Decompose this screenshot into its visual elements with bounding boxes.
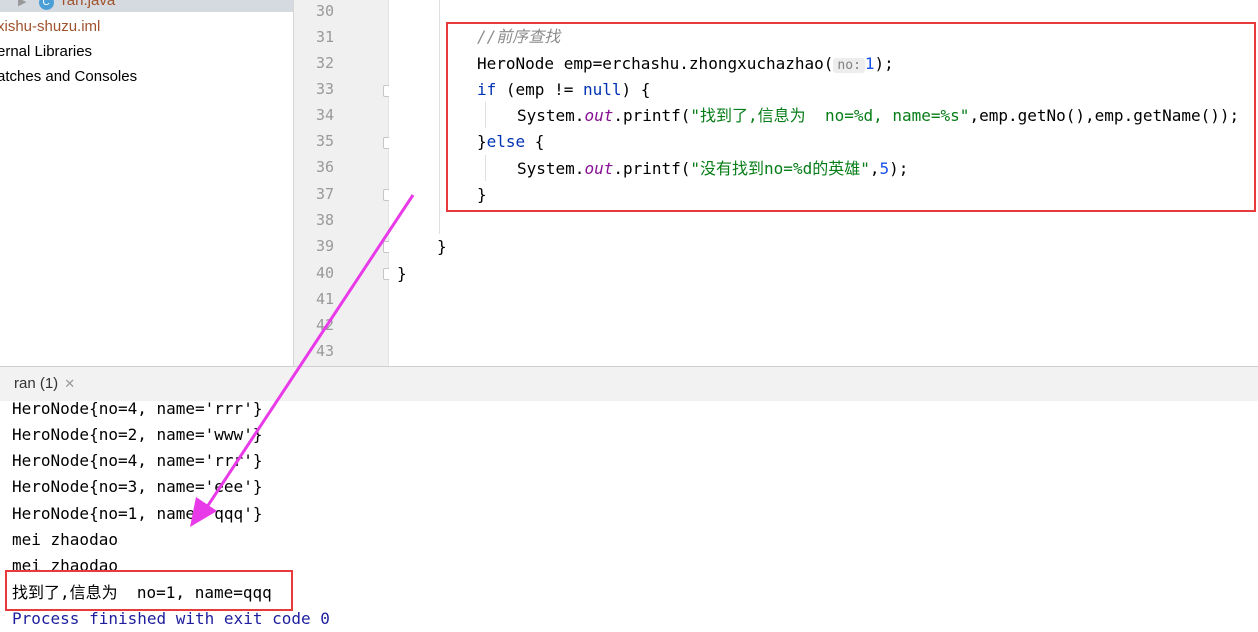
- tree-item-label: xishu-shuzu.iml: [0, 18, 101, 35]
- code-line-40: }: [397, 264, 407, 283]
- tree-item-label: atches and Consoles: [0, 68, 138, 85]
- line-number: 39: [315, 237, 334, 255]
- line-number: 37: [315, 185, 334, 203]
- line-number: 36: [315, 158, 334, 176]
- line-number: 34: [315, 106, 334, 124]
- tree-item-scratches[interactable]: atches and Consoles: [0, 64, 137, 89]
- tree-item-label: ran.java: [61, 0, 116, 9]
- console-line: HeroNode{no=3, name='eee'}: [12, 477, 263, 496]
- line-number: 35: [315, 132, 334, 150]
- line-number: 41: [315, 290, 334, 308]
- java-class-icon: C: [38, 0, 54, 10]
- line-number: 33: [315, 80, 334, 98]
- close-icon[interactable]: ✕: [64, 376, 75, 391]
- indent-guide: [439, 0, 440, 234]
- project-tree: ▶ C ran.java xishu-shuzu.iml ernal Libra…: [0, 0, 294, 366]
- line-number: 31: [315, 28, 334, 46]
- tree-item-iml[interactable]: xishu-shuzu.iml: [0, 14, 100, 39]
- line-number: 38: [315, 211, 334, 229]
- line-number: 32: [315, 54, 334, 72]
- tree-item-label: ernal Libraries: [0, 43, 93, 60]
- console-line: mei zhaodao: [12, 530, 118, 549]
- line-number: 43: [315, 342, 334, 360]
- line-number: 30: [315, 2, 334, 20]
- run-tab-label: ran (1): [14, 375, 59, 392]
- annotation-box-code: [446, 22, 1256, 212]
- expand-arrow-icon: ▶: [18, 0, 27, 8]
- tree-item-ran-java[interactable]: ▶ C ran.java: [18, 0, 115, 13]
- code-line-39: }: [437, 237, 447, 256]
- tree-item-external-libraries[interactable]: ernal Libraries: [0, 39, 92, 64]
- console-line: HeroNode{no=4, name='rrr'}: [12, 451, 263, 470]
- console-line: HeroNode{no=4, name='rrr'}: [12, 399, 263, 418]
- line-number: 42: [315, 316, 334, 334]
- console-line: HeroNode{no=1, name='qqq'}: [12, 504, 263, 523]
- annotation-box-output: [5, 570, 293, 611]
- editor-gutter: 30 31 32 33 34 35 36 37 38 39 40 41 42 4…: [294, 0, 389, 366]
- console-line: HeroNode{no=2, name='www'}: [12, 425, 263, 444]
- line-number: 40: [315, 264, 334, 282]
